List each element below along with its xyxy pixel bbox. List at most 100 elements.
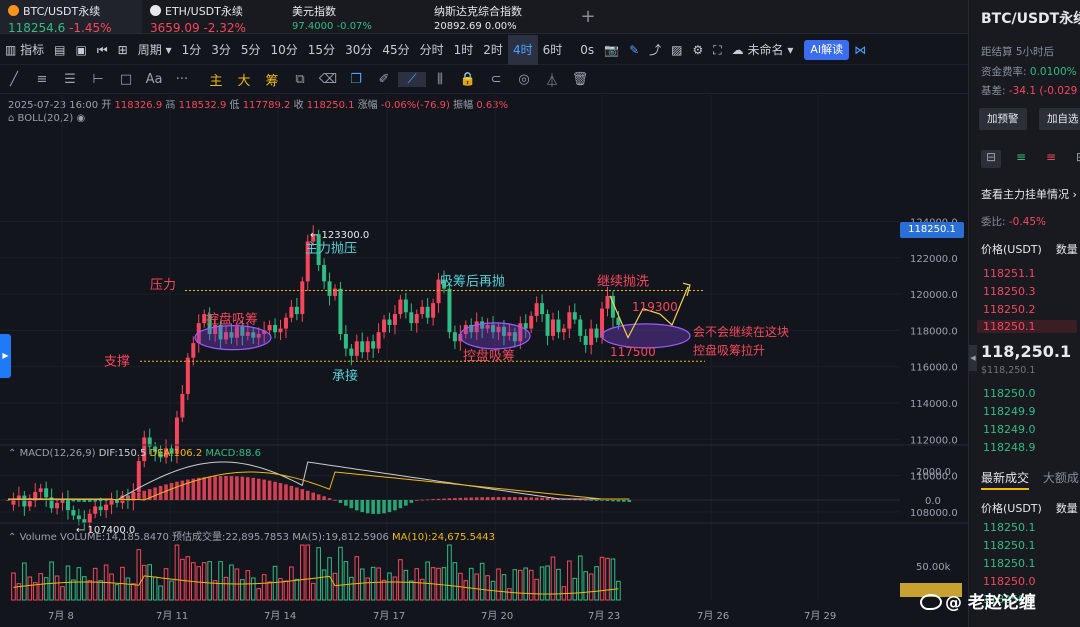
tab-big-trades[interactable]: 大额成 — [1043, 471, 1079, 485]
share-network-icon[interactable]: ⋈ — [849, 35, 871, 65]
template-icon[interactable]: ▤ — [49, 35, 70, 65]
volume-bar — [76, 567, 82, 601]
parallel-channel-icon[interactable]: ☰ — [56, 72, 84, 87]
big-order-tool[interactable]: 大 — [230, 70, 258, 89]
macd-histogram-bar — [137, 492, 141, 500]
candle-body — [447, 288, 452, 333]
interval-45m[interactable]: 45分 — [377, 35, 414, 65]
share-icon[interactable]: ⤴ — [644, 35, 666, 65]
trash-icon[interactable]: 🗑 — [566, 72, 594, 87]
add-watchlist-button[interactable]: 加自选 — [1039, 108, 1080, 130]
pen-icon[interactable]: ✎ — [624, 35, 644, 65]
copy-icon[interactable]: ❐ — [342, 72, 370, 87]
ruler-icon[interactable]: ⟋ — [398, 72, 426, 87]
macd-histogram-bar — [284, 484, 288, 500]
bars-icon[interactable]: ⫼ — [426, 72, 454, 87]
eraser-icon[interactable]: ⌫ — [314, 72, 342, 87]
filter-icon[interactable]: ⏃ — [538, 70, 566, 89]
volume-bar — [180, 558, 185, 601]
candle-body — [529, 315, 534, 329]
depth-asks-icon[interactable]: ≡ — [1041, 150, 1061, 168]
settings-gear-icon[interactable]: ⚙ — [687, 35, 708, 65]
refresh-seconds[interactable]: 0s — [575, 35, 599, 65]
add-alert-button[interactable]: 加预警 — [979, 108, 1027, 130]
main-force-tool[interactable]: 主 — [202, 70, 230, 89]
price-chart[interactable]: 124000.0122000.0120000.0118000.0116000.0… — [0, 95, 968, 627]
macd-histogram-bar — [104, 500, 108, 501]
fullscreen-icon[interactable]: ⛶ — [708, 35, 726, 65]
chips-tool[interactable]: 筹 — [258, 70, 286, 89]
ask-price[interactable]: 118250.2 — [983, 303, 1036, 316]
more-tools[interactable]: ··· — [168, 72, 196, 87]
horizontal-ray-icon[interactable]: ⊢ — [84, 72, 112, 87]
interval-5m[interactable]: 5分 — [236, 35, 266, 65]
scale-icon[interactable]: ⧉ — [286, 72, 314, 87]
macd-histogram-bar — [6, 500, 10, 501]
ask-price[interactable]: 118250.3 — [983, 285, 1036, 298]
candle-body — [55, 502, 60, 509]
add-tab-button[interactable]: + — [568, 0, 608, 33]
depth-bids-icon[interactable]: ≡ — [1011, 150, 1031, 168]
layout-name-dropdown[interactable]: ☁ 未命名 ▾ — [727, 35, 799, 65]
macd-histogram-bar — [82, 500, 87, 502]
interval-4h[interactable]: 4时 — [507, 34, 538, 65]
interval-6h[interactable]: 6时 — [538, 35, 568, 65]
image-icon[interactable]: ▨ — [666, 35, 687, 65]
volume-bar — [92, 567, 98, 601]
text-tool[interactable]: Aa — [140, 72, 168, 87]
layout-icon[interactable]: ▣ — [71, 35, 92, 65]
chevron-up-icon[interactable]: ⌃ — [8, 448, 16, 459]
interval-1h[interactable]: 1时 — [449, 35, 479, 65]
candle-body — [349, 348, 354, 356]
left-panel-toggle[interactable]: ▶ — [0, 334, 11, 378]
tab-latest-trades[interactable]: 最新成交 — [981, 471, 1030, 490]
camera-icon[interactable]: 📷 — [599, 35, 624, 65]
trend-line-icon[interactable]: ╱ — [0, 72, 28, 87]
depth-title[interactable]: 查看主力挂单情况 › — [981, 186, 1077, 202]
period-dropdown[interactable]: 周期 ▾ — [133, 35, 177, 65]
eye-icon[interactable]: ◎ — [510, 72, 538, 87]
lock-icon[interactable]: 🔒 — [454, 72, 482, 87]
volume-bar — [174, 544, 180, 601]
volume-bar — [22, 562, 27, 601]
bid-price[interactable]: 118249.9 — [983, 405, 1036, 418]
interval-1m[interactable]: 1分 — [177, 35, 207, 65]
ticker-tab-dxy[interactable]: 美元指数 97.4000 -0.07% — [284, 0, 426, 33]
ticker-tab-nasdaq[interactable]: 纳斯达克综合指数 20892.69 0.00% — [426, 0, 568, 33]
depth-grid-icon[interactable]: ⊞ — [1071, 150, 1080, 168]
macd-histogram-bar — [344, 500, 348, 506]
interval-2h[interactable]: 2时 — [478, 35, 508, 65]
rectangle-icon[interactable]: □ — [112, 72, 140, 87]
depth-both-icon[interactable]: ⊟ — [981, 150, 1001, 168]
ask-price[interactable]: 118251.1 — [983, 267, 1036, 280]
last-price-usd: $118,250.1 — [981, 365, 1036, 376]
volume-bar — [539, 566, 545, 601]
volume-bar — [218, 561, 223, 601]
drawing-toolbar: ╱ ≡ ☰ ⊢ □ Aa ··· 主 大 筹 ⧉ ⌫ ❐ ✐ ⟋ ⫼ 🔒 ⊂ ◎… — [0, 66, 968, 94]
interval-3m[interactable]: 3分 — [206, 35, 236, 65]
chevron-up-icon[interactable]: ⌃ — [8, 532, 16, 543]
settle-row: 距结算 5小时后 — [981, 44, 1054, 59]
interval-10m[interactable]: 10分 — [266, 35, 303, 65]
replay-icon[interactable]: ⏮ — [92, 35, 113, 65]
bid-price[interactable]: 118250.0 — [983, 387, 1036, 400]
ask-price[interactable]: 118250.1 — [977, 320, 1077, 333]
volume-bar — [289, 566, 294, 601]
brush-icon[interactable]: ✐ — [370, 72, 398, 87]
horizontal-lines-icon[interactable]: ≡ — [28, 72, 56, 87]
ai-analysis-button[interactable]: AI解读 — [804, 39, 850, 60]
interval-timeline[interactable]: 分时 — [415, 35, 449, 65]
ticker-tab-btc[interactable]: BTC/USDT永续 118254.6 -1.45% — [0, 0, 142, 35]
ticker-tab-eth[interactable]: ETH/USDT永续 3659.09 -2.32% — [142, 0, 284, 35]
indicator-button[interactable]: ▥ 指标 — [0, 35, 49, 65]
interval-15m[interactable]: 15分 — [303, 35, 340, 65]
volume-bar — [261, 574, 267, 601]
volume-bar — [196, 566, 202, 601]
compare-icon[interactable]: ⊞ — [113, 35, 133, 65]
bid-price[interactable]: 118248.9 — [983, 441, 1036, 454]
interval-30m[interactable]: 30分 — [340, 35, 377, 65]
collapse-arrow-icon[interactable]: ◀ — [969, 345, 977, 371]
macd-histogram-bar — [578, 499, 583, 501]
magnet-icon[interactable]: ⊂ — [482, 72, 510, 87]
bid-price[interactable]: 118249.0 — [983, 423, 1036, 436]
